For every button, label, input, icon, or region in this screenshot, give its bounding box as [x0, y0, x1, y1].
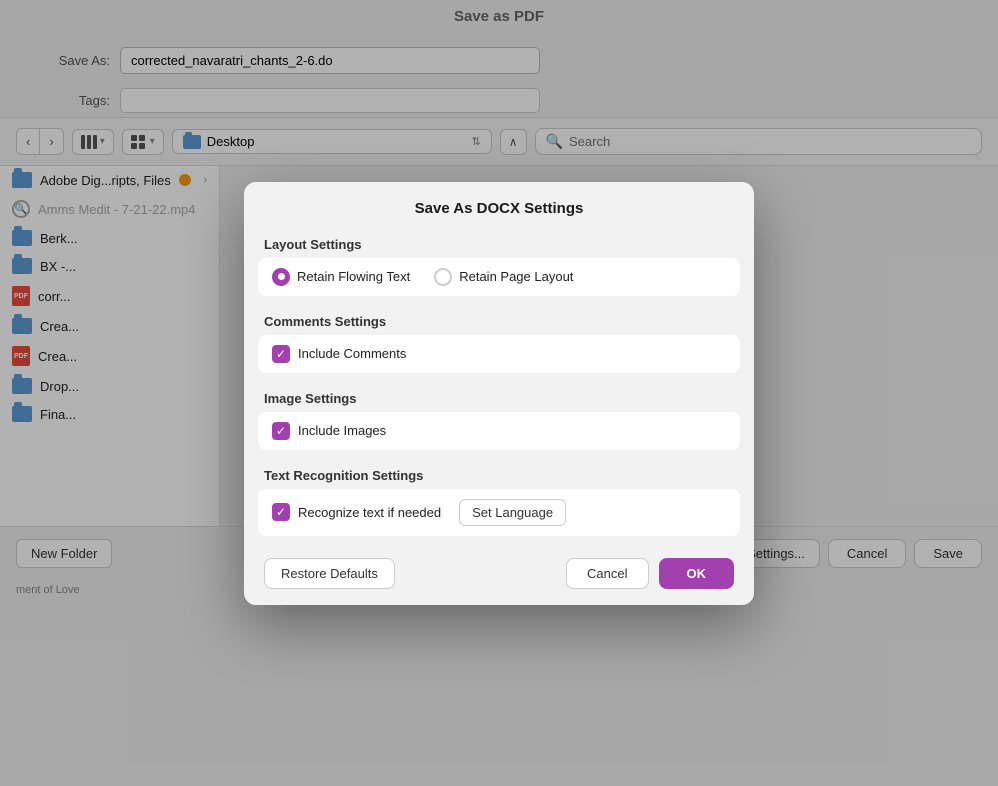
modal-title: Save As DOCX Settings — [244, 182, 754, 229]
modal-cancel-button[interactable]: Cancel — [566, 558, 648, 589]
modal-overlay: Save As DOCX Settings Layout Settings Re… — [0, 0, 998, 786]
layout-section: Retain Flowing Text Retain Page Layout — [258, 258, 740, 296]
recognize-text-option[interactable]: ✓ Recognize text if needed Set Language — [272, 499, 726, 526]
retain-flowing-text-option[interactable]: Retain Flowing Text — [272, 268, 410, 286]
include-comments-option[interactable]: ✓ Include Comments — [272, 345, 726, 363]
include-images-checkbox[interactable]: ✓ — [272, 422, 290, 440]
image-section-label: Image Settings — [244, 383, 754, 412]
modal-footer-right: Cancel OK — [566, 558, 734, 589]
radio-flowing-circle — [272, 268, 290, 286]
layout-section-label: Layout Settings — [244, 229, 754, 258]
text-recognition-section: ✓ Recognize text if needed Set Language — [258, 489, 740, 536]
retain-page-layout-option[interactable]: Retain Page Layout — [434, 268, 573, 286]
radio-page-label: Retain Page Layout — [459, 269, 573, 284]
include-images-label: Include Images — [298, 423, 386, 438]
text-recognition-section-label: Text Recognition Settings — [244, 460, 754, 489]
layout-radio-group: Retain Flowing Text Retain Page Layout — [272, 268, 726, 286]
include-images-option[interactable]: ✓ Include Images — [272, 422, 726, 440]
comments-section-label: Comments Settings — [244, 306, 754, 335]
include-comments-checkbox[interactable]: ✓ — [272, 345, 290, 363]
modal-footer: Restore Defaults Cancel OK — [244, 546, 754, 605]
include-comments-label: Include Comments — [298, 346, 406, 361]
recognize-text-checkbox[interactable]: ✓ — [272, 503, 290, 521]
radio-page-circle — [434, 268, 452, 286]
modal-ok-button[interactable]: OK — [659, 558, 735, 589]
radio-flowing-label: Retain Flowing Text — [297, 269, 410, 284]
comments-section: ✓ Include Comments — [258, 335, 740, 373]
restore-defaults-button[interactable]: Restore Defaults — [264, 558, 395, 589]
save-as-docx-modal: Save As DOCX Settings Layout Settings Re… — [244, 182, 754, 605]
image-section: ✓ Include Images — [258, 412, 740, 450]
recognize-text-label: Recognize text if needed — [298, 505, 441, 520]
set-language-button[interactable]: Set Language — [459, 499, 566, 526]
